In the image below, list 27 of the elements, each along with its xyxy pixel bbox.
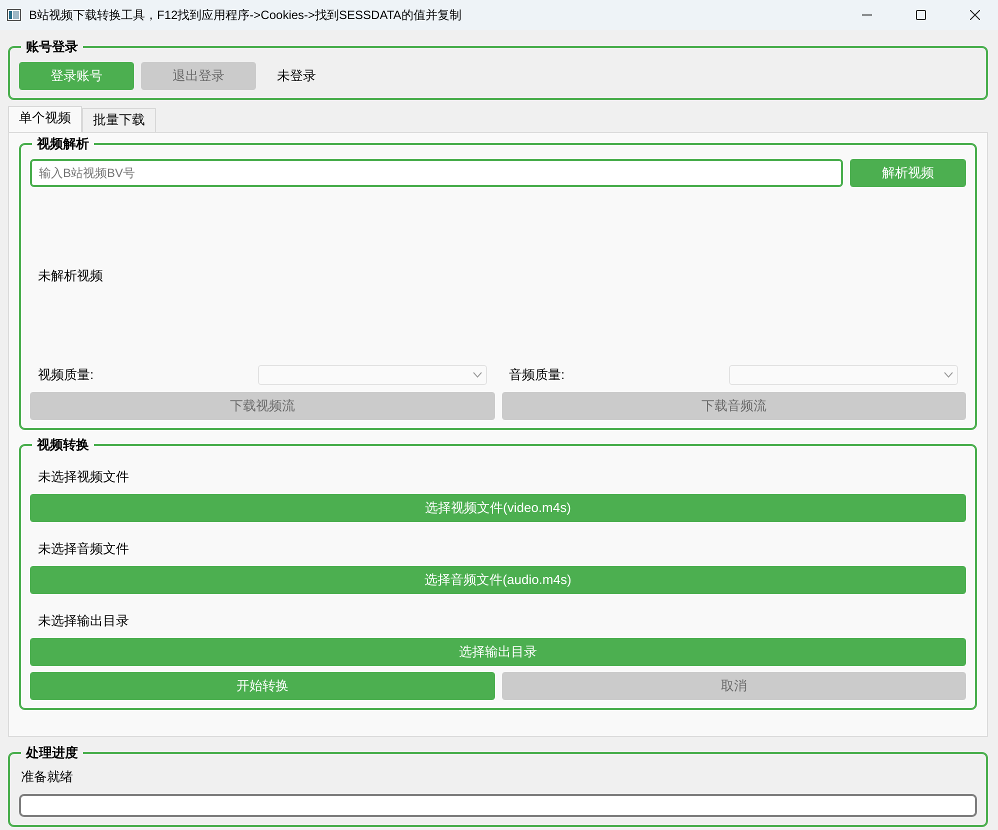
login-status: 未登录 [277, 67, 316, 85]
chevron-down-icon [944, 372, 953, 378]
group-title: 视频转换 [36, 436, 90, 454]
maximize-icon[interactable] [916, 10, 926, 20]
file-status: 未选择视频文件 [37, 468, 130, 486]
select-file-button[interactable]: 选择视频文件(video.m4s) [30, 494, 966, 522]
quality-label: 视频质量: [37, 366, 95, 384]
app-icon [7, 9, 21, 21]
login-button[interactable]: 登录账号 [19, 62, 134, 90]
parse-button[interactable]: 解析视频 [850, 159, 966, 187]
chevron-down-icon [473, 372, 482, 378]
window-title: B站视频下载转换工具，F12找到应用程序->Cookies->找到SESSDATA的值并复制 [29, 6, 462, 24]
progress-status: 准备就绪 [20, 768, 74, 786]
group-title: 账号登录 [25, 38, 79, 56]
quality-label: 音频质量: [508, 366, 566, 384]
group-title: 处理进度 [24, 744, 79, 762]
select-file-button[interactable]: 选择音频文件(audio.m4s) [30, 566, 966, 594]
file-status: 未选择输出目录 [37, 612, 130, 630]
tab[interactable]: 单个视频 [8, 106, 82, 132]
video-info: 未解析视频 [37, 267, 104, 285]
file-status: 未选择音频文件 [37, 540, 130, 558]
tab[interactable]: 批量下载 [82, 108, 156, 132]
close-icon[interactable] [970, 10, 980, 20]
group-title: 视频解析 [36, 135, 90, 153]
select-file-button[interactable]: 选择输出目录 [30, 638, 966, 666]
start-button[interactable]: 开始转换 [30, 672, 494, 700]
bv-input-field[interactable]: 输入B站视频BV号 [30, 159, 843, 187]
